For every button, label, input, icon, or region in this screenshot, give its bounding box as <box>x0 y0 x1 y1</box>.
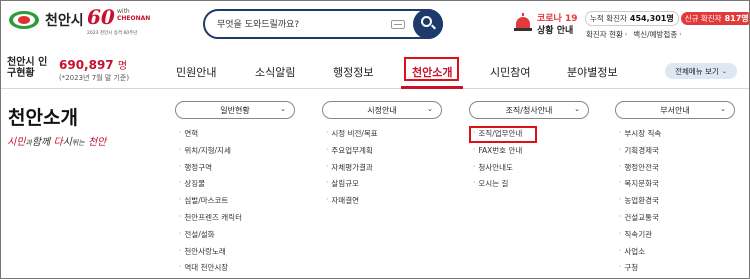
site-logo[interactable]: 천안시 <box>9 9 84 31</box>
chevron-down-icon: ⌄ <box>574 105 580 113</box>
cases-status-link[interactable]: 확진자 현황 › <box>586 29 627 40</box>
population-label: 천안시 인구현황 <box>7 57 48 79</box>
covid-subtitle: 상황 안내 <box>537 26 574 36</box>
submenu-item[interactable]: · 기획경제국 <box>615 145 735 162</box>
submenu-item[interactable]: · 건설교통국 <box>615 212 735 229</box>
selected-item-highlight <box>469 126 537 143</box>
anniversary-subtitle: 2023 천안시 승격 60주년 <box>87 31 138 36</box>
logo-text: 천안시 <box>45 13 84 29</box>
search-input[interactable] <box>217 17 387 32</box>
submenu-item[interactable]: · 시정 비전/목표 <box>322 128 442 145</box>
anniversary-brand: CHEONAN <box>117 15 151 22</box>
menu-item-admin[interactable]: 행정정보 <box>333 64 373 80</box>
submenu-item[interactable]: · 살림규모 <box>322 178 442 195</box>
submenu-general: 일반현황 ⌄ · 연혁 · 위치/지형/지세 · 행정구역 · 상징물 · 심벌/마스코트… <box>175 101 295 278</box>
submenu-head-organization[interactable]: 조직/청사안내 ⌄ <box>469 101 589 119</box>
menu-item-news[interactable]: 소식알림 <box>255 64 295 80</box>
submenu-item[interactable]: · 천안프렌즈 캐릭터 <box>175 212 295 229</box>
submenu-item[interactable]: · 농업환경국 <box>615 195 735 212</box>
submenu-item[interactable]: · 위치/지형/지세 <box>175 145 295 162</box>
chevron-right-icon: › <box>679 31 682 38</box>
submenu-item[interactable]: · 역대 천안시장 <box>175 262 295 278</box>
total-cases-value: 454,301명 <box>629 13 674 23</box>
submenu-organization: 조직/청사안내 ⌄ · 조직/업무안내 · FAX번호 안내 · 청사안내도 · 오시는… <box>469 101 589 195</box>
submenu-departments: 부서안내 ⌄ · 부시장 직속 · 기획경제국 · 행정안전국 · 복지문화국 · 농업환… <box>615 101 735 278</box>
submenu-item[interactable]: · 청사안내도 <box>469 162 589 179</box>
submenu-item[interactable]: · 구청 <box>615 262 735 278</box>
submenu-item[interactable]: · 심벌/마스코트 <box>175 195 295 212</box>
vaccine-link[interactable]: 백신/예방접종 › <box>633 29 681 40</box>
all-menu-button[interactable]: 전체메뉴 보기 ⌄ <box>665 63 737 79</box>
submenu-item[interactable]: · 상징물 <box>175 178 295 195</box>
submenu-item[interactable]: · 행정안전국 <box>615 162 735 179</box>
total-cases-badge: 누적 확진자 454,301명 <box>585 10 679 26</box>
chevron-right-icon: › <box>624 31 628 38</box>
submenu-item[interactable]: · FAX번호 안내 <box>469 145 589 162</box>
chevron-down-icon: ⌄ <box>721 67 727 75</box>
submenu-administration: 시정안내 ⌄ · 시정 비전/목표 · 주요업무계획 · 자체평가결과 · 살림규모 ·… <box>322 101 442 212</box>
active-menu-highlight <box>404 57 459 81</box>
submenu-item[interactable]: · 행정구역 <box>175 162 295 179</box>
covid-links: 확진자 현황 › 백신/예방접종 › <box>586 29 682 40</box>
siren-icon <box>513 13 533 31</box>
submenu-item[interactable]: · 천안사랑노래 <box>175 246 295 263</box>
anniversary-emblem: 60 with CHEONAN 2023 천안시 승격 60주년 <box>87 5 151 39</box>
population-status: 천안시 인구현황 690,897 명 (*2023년 7월 말 기준) <box>7 57 129 82</box>
population-number: 690,897 명 <box>59 58 128 72</box>
anniversary-with: with <box>117 8 130 15</box>
submenu-item[interactable]: · 주요업무계획 <box>322 145 442 162</box>
main-navbar: 천안시 인구현황 690,897 명 (*2023년 7월 말 기준) 민원안내… <box>1 51 749 89</box>
submenu-item[interactable]: · 자매결연 <box>322 195 442 212</box>
submenu-item[interactable]: · 자체평가결과 <box>322 162 442 179</box>
search-button[interactable] <box>413 9 443 39</box>
city-slogan: 시민과함께 다시뛰는 천안 <box>7 137 107 148</box>
submenu-item[interactable]: · 전설/설화 <box>175 229 295 246</box>
submenu-item[interactable]: · 복지문화국 <box>615 178 735 195</box>
submenu-item[interactable]: · 직속기관 <box>615 229 735 246</box>
chevron-down-icon: ⌄ <box>280 105 286 113</box>
search-box <box>203 9 443 39</box>
site-header: 천안시 60 with CHEONAN 2023 천안시 승격 60주년 코로나… <box>1 1 749 47</box>
page-frame: 천안시 60 with CHEONAN 2023 천안시 승격 60주년 코로나… <box>0 0 750 279</box>
city-emblem-icon <box>9 9 39 31</box>
keyboard-icon[interactable] <box>391 20 405 29</box>
new-cases-badge: 신규 확진자 817명 <box>680 11 749 25</box>
population-date: (*2023년 7월 말 기준) <box>59 74 130 82</box>
menu-item-participation[interactable]: 시민참여 <box>490 64 530 80</box>
total-cases-label: 누적 확진자 <box>590 13 627 23</box>
covid-stats: 누적 확진자 454,301명 신규 확진자 817명 <box>585 10 749 26</box>
page-title: 천안소개 <box>8 107 78 129</box>
submenu-item[interactable]: · 연혁 <box>175 128 295 145</box>
submenu-head-general[interactable]: 일반현황 ⌄ <box>175 101 295 119</box>
new-cases-value: 817명 <box>724 13 749 23</box>
active-menu-underline <box>401 86 463 89</box>
menu-item-civil[interactable]: 민원안내 <box>176 64 216 80</box>
submenu-item[interactable]: · 부시장 직속 <box>615 128 735 145</box>
menu-item-fields[interactable]: 분야별정보 <box>567 64 618 80</box>
submenu-item[interactable]: · 사업소 <box>615 246 735 263</box>
anniversary-number: 60 <box>87 5 115 29</box>
submenu-head-administration[interactable]: 시정안내 ⌄ <box>322 101 442 119</box>
chevron-down-icon: ⌄ <box>720 105 726 113</box>
new-cases-label: 신규 확진자 <box>684 13 722 23</box>
submenu-item[interactable]: · 오시는 길 <box>469 178 589 195</box>
chevron-down-icon: ⌄ <box>427 105 433 113</box>
submenu-head-departments[interactable]: 부서안내 ⌄ <box>615 101 735 119</box>
